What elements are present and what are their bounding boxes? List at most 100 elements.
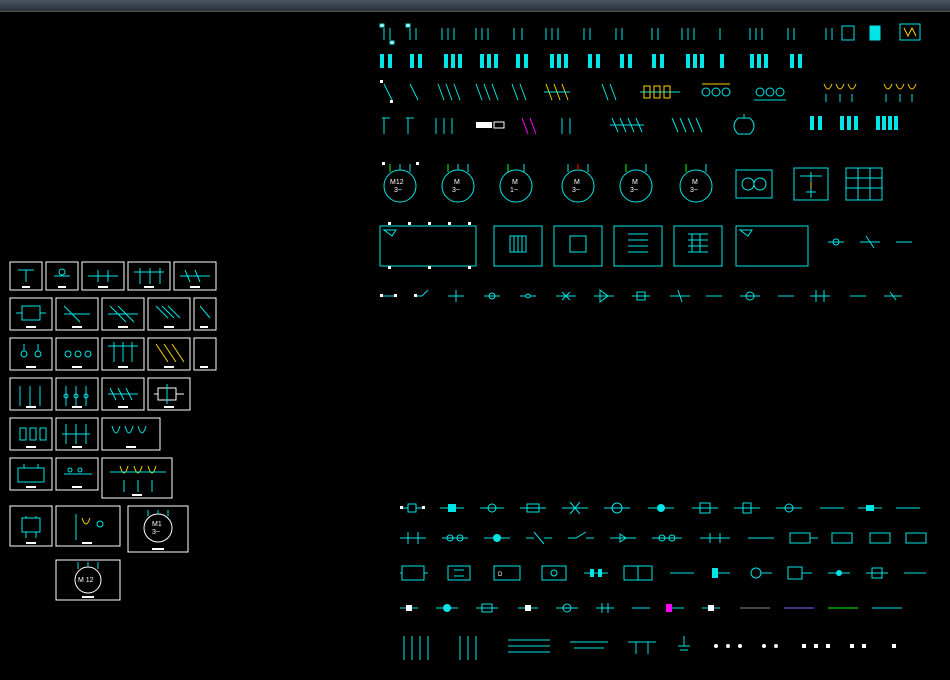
palette-cell[interactable]: [56, 458, 98, 490]
component[interactable]: [568, 532, 594, 538]
terminal-quad[interactable]: [876, 116, 898, 130]
palette-cell[interactable]: [46, 262, 78, 290]
palette-cell[interactable]: [128, 262, 170, 290]
capacitor-3p[interactable]: [672, 118, 702, 132]
component[interactable]: [832, 533, 852, 543]
component[interactable]: [790, 533, 818, 543]
component[interactable]: [610, 534, 636, 542]
fuse-3p[interactable]: [640, 86, 680, 98]
component[interactable]: [448, 566, 470, 580]
component[interactable]: [624, 566, 652, 580]
motor-m3[interactable]: M3~: [562, 164, 594, 202]
palette-cell[interactable]: [10, 298, 52, 330]
contact-symbol[interactable]: [476, 28, 488, 40]
palette-cell[interactable]: [194, 338, 216, 370]
component[interactable]: [776, 504, 802, 512]
plc-box[interactable]: [846, 168, 882, 200]
switch-nc[interactable]: [382, 118, 390, 134]
motor-m12[interactable]: M123~: [382, 162, 419, 202]
palette-cell[interactable]: [102, 338, 144, 370]
terminal-pair[interactable]: [410, 54, 422, 68]
palette-cell[interactable]: [102, 378, 144, 410]
component[interactable]: [702, 605, 720, 611]
component[interactable]: [400, 605, 418, 611]
switch-2p[interactable]: [602, 84, 616, 100]
component[interactable]: [828, 570, 850, 576]
node-points[interactable]: [850, 644, 866, 648]
table-symbol[interactable]: [628, 642, 656, 654]
contact-symbol[interactable]: [826, 26, 854, 40]
component[interactable]: [436, 604, 458, 612]
enclosure-wide[interactable]: [736, 226, 808, 266]
terminal-triple[interactable]: [444, 54, 462, 68]
contact-symbol[interactable]: [442, 28, 454, 40]
cad-canvas[interactable]: M13~ M 12 M123~: [0, 12, 950, 680]
palette-cell[interactable]: [148, 338, 190, 370]
component[interactable]: [700, 533, 730, 543]
node-points[interactable]: [892, 644, 896, 648]
connector[interactable]: [448, 290, 464, 302]
component[interactable]: [788, 567, 812, 579]
component[interactable]: [692, 503, 718, 513]
contact-symbol[interactable]: [652, 28, 658, 40]
connector[interactable]: [380, 294, 397, 297]
palette-cell[interactable]: [10, 262, 42, 290]
connector[interactable]: [884, 292, 902, 300]
palette-cell[interactable]: [56, 298, 98, 330]
contact-symbol[interactable]: [788, 28, 794, 40]
component[interactable]: [400, 532, 426, 544]
switch-no[interactable]: [380, 80, 393, 103]
component[interactable]: [734, 503, 760, 513]
component[interactable]: [858, 505, 882, 511]
enclosure-large[interactable]: [380, 222, 476, 269]
connector-diode[interactable]: [594, 290, 614, 302]
node-points[interactable]: [762, 644, 778, 648]
switch-nc[interactable]: [406, 118, 414, 134]
palette-cell[interactable]: [10, 506, 52, 546]
component[interactable]: [484, 534, 510, 542]
terminal-triple[interactable]: [550, 54, 568, 68]
component[interactable]: [604, 503, 630, 513]
palette-cell[interactable]: [102, 418, 160, 450]
bus-bars[interactable]: [404, 636, 428, 660]
breaker-3p[interactable]: [884, 84, 916, 102]
terminal-pair[interactable]: [380, 54, 392, 68]
contact-symbol[interactable]: [380, 24, 394, 44]
palette-cell[interactable]: [56, 506, 120, 546]
palette-cell[interactable]: [102, 298, 144, 330]
connector[interactable]: [810, 290, 830, 302]
palette-cell[interactable]: [10, 338, 52, 370]
terminal-pair[interactable]: [620, 54, 632, 68]
component[interactable]: [652, 535, 682, 541]
terminal-triple[interactable]: [686, 54, 704, 68]
node-points[interactable]: [802, 644, 830, 648]
switch-no[interactable]: [410, 84, 418, 100]
palette-cell[interactable]: [10, 378, 52, 410]
relay-symbol[interactable]: [900, 24, 920, 40]
switch-nc-3p[interactable]: [436, 118, 452, 134]
component-magenta[interactable]: [666, 604, 684, 612]
switch-3p[interactable]: [438, 84, 460, 100]
palette-grid[interactable]: M13~ M 12: [10, 262, 220, 602]
connector[interactable]: [484, 293, 500, 299]
enclosure-med[interactable]: [674, 226, 722, 266]
bell-symbol[interactable]: [734, 114, 754, 134]
component[interactable]: D: [494, 566, 520, 580]
terminal-triple[interactable]: [840, 116, 858, 130]
ground-lines[interactable]: [508, 640, 550, 652]
terminal-pair[interactable]: [588, 54, 600, 68]
motor-m1[interactable]: M1~: [500, 164, 532, 202]
component[interactable]: [596, 603, 614, 613]
converter-box[interactable]: [794, 168, 828, 200]
component[interactable]: [556, 604, 578, 612]
palette-cell[interactable]: [10, 418, 52, 450]
terminal-triple[interactable]: [480, 54, 498, 68]
contact-symbol[interactable]: [616, 28, 622, 40]
component[interactable]: [400, 566, 428, 580]
component[interactable]: [584, 569, 608, 577]
palette-cell[interactable]: [56, 338, 98, 370]
switch-magenta[interactable]: [522, 118, 536, 134]
palette-cell[interactable]: [102, 458, 172, 498]
terminal-single[interactable]: [720, 54, 724, 68]
contact-symbol[interactable]: [682, 28, 694, 40]
